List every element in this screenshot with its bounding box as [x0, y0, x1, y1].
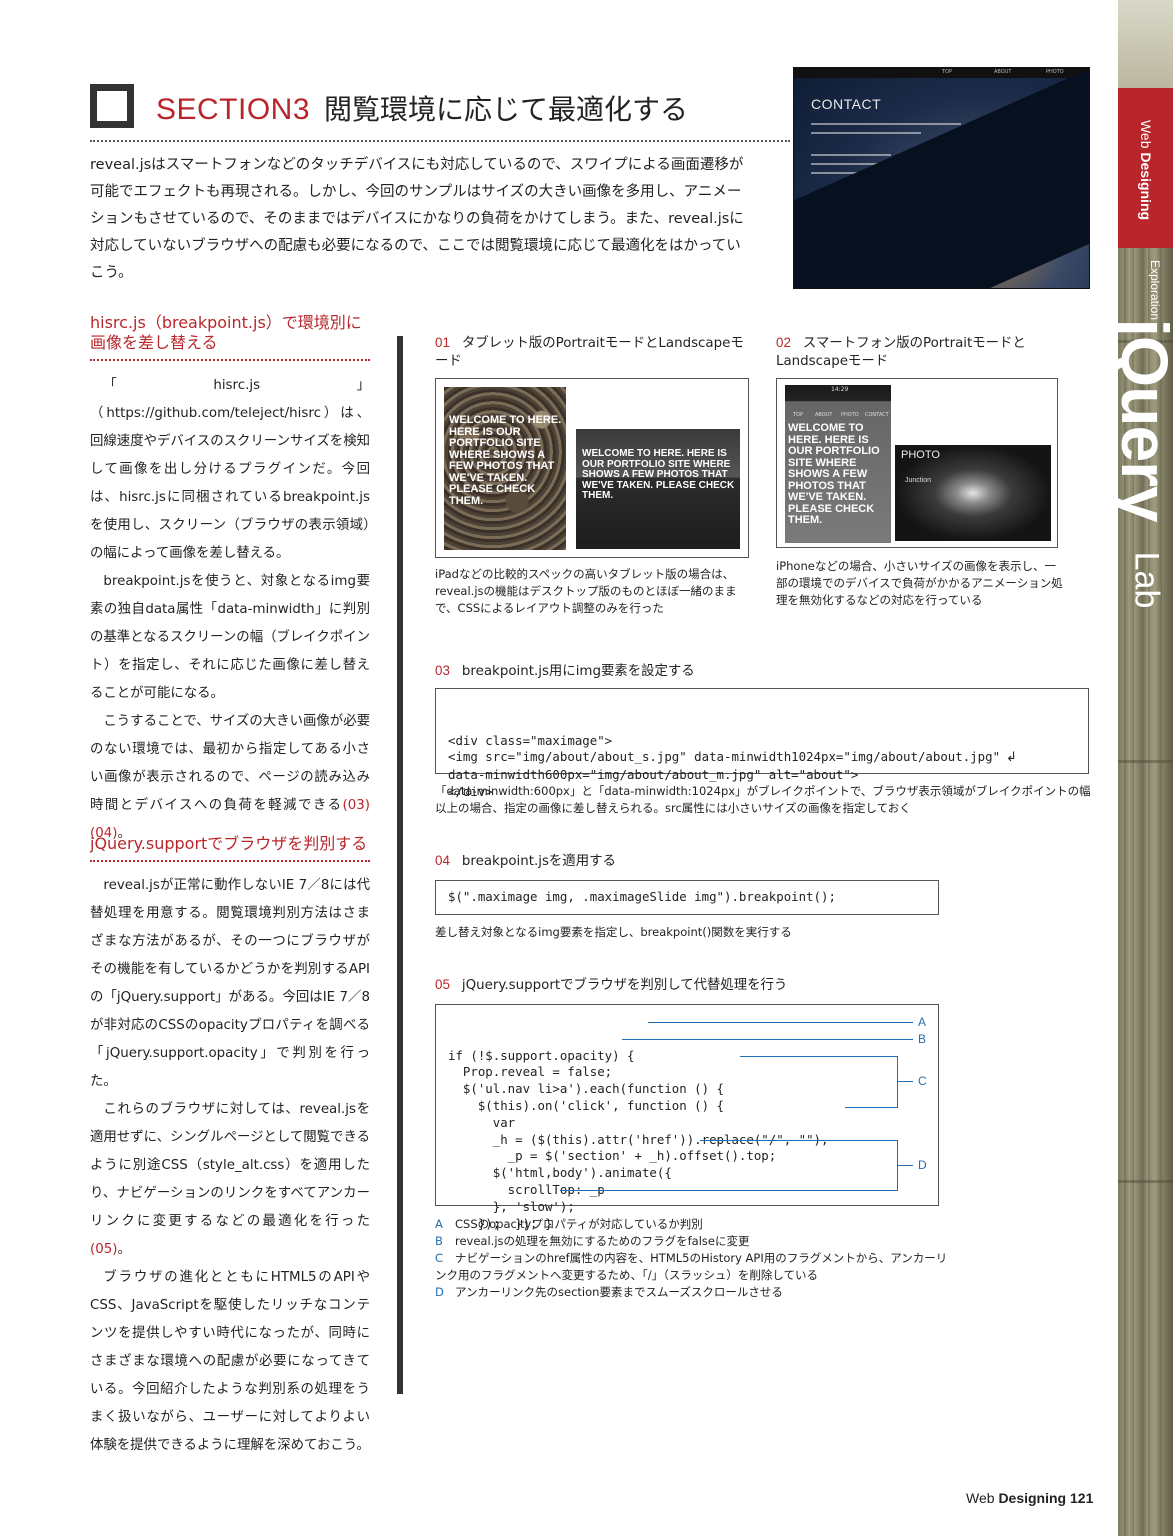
fig02-frame: 14:29 TOP ABOUT PHOTO CONTACT WELCOME TO…	[776, 378, 1058, 548]
marker-a: A	[918, 1015, 927, 1029]
callout-line-c	[898, 1081, 913, 1082]
fig04-label: 04 breakpoint.jsを適用する	[435, 853, 616, 869]
fig01-frame: WELCOME TO HERE. HERE IS OUR PORTFOLIO S…	[435, 378, 749, 558]
screenshot-title: CONTACT	[811, 96, 882, 112]
side-jquery-title: jQuery	[1108, 318, 1173, 522]
section-number: SECTION3	[156, 93, 311, 126]
page-folio: Web Designing 121	[966, 1490, 1094, 1506]
note-c: C ナビゲーションのhref属性の内容を、HTML5のHistory API用のフ…	[435, 1251, 948, 1282]
tablet-landscape-screenshot: WELCOME TO HERE. HERE IS OUR PORTFOLIO S…	[576, 429, 740, 549]
phone-landscape-screenshot: PHOTO Junction	[895, 445, 1051, 541]
note-d: D アンカーリンク先のsection要素までスムーズスクロールさせる	[435, 1285, 783, 1299]
section-square-icon	[90, 84, 134, 128]
marker-d: D	[918, 1158, 927, 1172]
callout-line-d-top	[700, 1140, 898, 1141]
side-top-panel	[1118, 0, 1173, 90]
fig04-caption: 差し替え対象となるimg要素を指定し、breakpoint()関数を実行する	[435, 925, 792, 939]
phone-portrait-screenshot: 14:29 TOP ABOUT PHOTO CONTACT WELCOME TO…	[785, 385, 891, 543]
side-tag: Web Designing	[1138, 119, 1154, 221]
fig03-caption: 「data-minwidth:600px」と「data-minwidth:102…	[435, 784, 1091, 815]
fig04-code: $(".maximage img, .maximageSlide img").b…	[435, 880, 939, 915]
section-heading: SECTION3 閲覧環境に応じて最適化する	[156, 88, 688, 128]
fig05-code: if (!$.support.opacity) { Prop.reveal = …	[435, 1004, 939, 1231]
line-continue-icon: ↲	[1006, 750, 1017, 766]
note-a: A CSSのopacityプロパティが対応しているか判別	[435, 1217, 703, 1231]
marker-c: C	[918, 1074, 927, 1088]
section-title: 閲覧環境に応じて最適化する	[324, 93, 689, 126]
screenshot-navbar: TOP ABOUT PHOTO	[794, 68, 1089, 78]
jquery-support-body: reveal.jsが正常に動作しないIE 7／8には代替処理を用意する。閲覧環境…	[90, 878, 370, 1453]
callout-line-d-bottom	[560, 1190, 898, 1191]
figure-reference: (05)	[90, 1242, 118, 1257]
heading-hisrc: hisrc.js（breakpoint.js）で環境別に画像を差し替える	[90, 313, 370, 361]
callout-line-c-bottom	[845, 1107, 898, 1108]
side-lab-title: Lab	[1127, 551, 1166, 609]
fig03-code: <div class="maximage"> <img src="img/abou…	[435, 688, 1089, 799]
fig05-label: 05 jQuery.supportでブラウザを判別して代替処理を行う	[435, 977, 788, 993]
callout-line-b	[622, 1039, 913, 1040]
note-b: Breveal.jsの処理を無効にするためのフラグをfalseに変更	[435, 1234, 750, 1248]
tablet-portrait-screenshot: WELCOME TO HERE. HERE IS OUR PORTFOLIO S…	[444, 387, 566, 550]
callout-line-d	[898, 1165, 913, 1166]
callout-line-a	[648, 1022, 913, 1023]
fig05-notes: A CSSのopacityプロパティが対応しているか判別 Breveal.jsの処…	[435, 1216, 955, 1301]
fig02-label: 02 スマートフォン版のPortraitモードとLandscapeモード	[776, 335, 1026, 369]
intro-paragraph: reveal.jsはスマートフォンなどのタッチデバイスにも対応しているので、スワ…	[90, 157, 744, 281]
callout-line-c-top	[740, 1056, 898, 1057]
marker-b: B	[918, 1032, 927, 1046]
column-divider	[397, 336, 403, 1394]
fig01-caption: iPadなどの比較的スペックの高いタブレット版の場合は、reveal.jsの機能…	[435, 567, 737, 615]
fig03-label: 03 breakpoint.js用にimg要素を設定する	[435, 663, 695, 679]
side-tag-exploration: Exploration	[1148, 259, 1162, 321]
hisrc-body: 「hisrc.js」（https://github.com/teleject/h…	[90, 378, 370, 841]
fig02-caption: iPhoneなどの場合、小さいサイズの画像を表示し、一部の環境でのデバイスで負荷…	[776, 559, 1063, 607]
heading-jquery-support: jQuery.supportでブラウザを判別する	[90, 834, 370, 862]
fig01-label: 01 タブレット版のPortraitモードとLandscapeモード	[435, 335, 744, 369]
section-divider	[90, 140, 790, 142]
contact-page-screenshot: TOP ABOUT PHOTO CONTACT	[793, 67, 1090, 289]
